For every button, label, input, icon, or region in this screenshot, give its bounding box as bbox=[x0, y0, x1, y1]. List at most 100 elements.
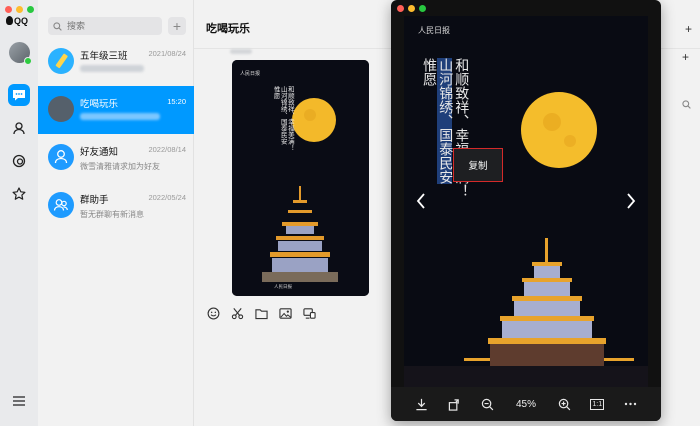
group-helper-avatar bbox=[48, 192, 74, 218]
conversation-time: 15:20 bbox=[167, 97, 186, 106]
messages-tab[interactable] bbox=[8, 84, 30, 106]
conversation-time: 2022/08/14 bbox=[148, 145, 186, 154]
star-icon bbox=[12, 187, 26, 200]
conversation-preview: 微雪清雅请求加为好友 bbox=[80, 162, 160, 171]
conversation-name: 五年级三班 bbox=[80, 51, 128, 62]
rotate-icon bbox=[448, 398, 460, 411]
search-box[interactable] bbox=[48, 17, 162, 35]
poster-line: 和顺致祥、幸福美满！ bbox=[286, 86, 294, 151]
pencil-icon bbox=[55, 53, 68, 69]
add-button[interactable]: + bbox=[168, 17, 186, 35]
poster-brand: 人民日报 bbox=[240, 71, 261, 77]
left-rail: QQ bbox=[0, 0, 38, 426]
conversation-name: 好友通知 bbox=[80, 147, 119, 158]
qq-logo: QQ bbox=[6, 16, 28, 26]
group-avatar bbox=[48, 96, 74, 122]
image-icon bbox=[278, 307, 292, 319]
minimize-window-button[interactable] bbox=[16, 6, 23, 13]
channels-tab[interactable] bbox=[8, 150, 30, 172]
smiley-icon bbox=[207, 307, 219, 319]
zoom-in-button[interactable] bbox=[554, 394, 574, 414]
actual-size-icon: 1:1 bbox=[590, 398, 605, 410]
actual-size-button[interactable]: 1:1 bbox=[587, 394, 607, 414]
poster-thumbnail bbox=[232, 60, 369, 296]
close-viewer-button[interactable] bbox=[397, 5, 404, 12]
orbit-icon bbox=[12, 154, 26, 168]
search-icon bbox=[53, 21, 62, 31]
sender-name-redacted bbox=[230, 49, 252, 54]
conversation-name: 群助手 bbox=[80, 195, 109, 206]
online-status-dot bbox=[24, 57, 32, 65]
conversation-preview bbox=[80, 65, 144, 74]
member-search-icon[interactable] bbox=[682, 96, 691, 114]
zoom-out-button[interactable] bbox=[478, 394, 498, 414]
previous-image-button[interactable] bbox=[411, 190, 431, 212]
person-icon bbox=[13, 122, 25, 135]
zoom-in-icon bbox=[558, 398, 570, 410]
conversation-name: 吃喝玩乐 bbox=[80, 99, 119, 110]
conversation-item[interactable]: 群助手 2022/05/24 暂无群聊有新消息 bbox=[38, 182, 194, 230]
download-button[interactable] bbox=[412, 394, 432, 414]
contacts-tab[interactable] bbox=[8, 117, 30, 139]
chat-bubble-icon bbox=[13, 90, 25, 101]
conversation-preview: 暂无群聊有新消息 bbox=[80, 210, 144, 219]
context-menu-copy-item[interactable]: 复制 bbox=[453, 148, 503, 182]
conversation-preview bbox=[80, 113, 160, 122]
close-window-button[interactable] bbox=[5, 6, 12, 13]
screenshot-button[interactable] bbox=[230, 306, 244, 320]
chevron-right-icon bbox=[627, 193, 636, 209]
chevron-left-icon bbox=[416, 193, 425, 209]
zoom-window-button[interactable] bbox=[27, 6, 34, 13]
image-button[interactable] bbox=[278, 306, 292, 320]
more-button[interactable] bbox=[620, 394, 640, 414]
hamburger-icon bbox=[13, 396, 25, 406]
poster-brand: 人民日报 bbox=[418, 26, 450, 35]
poster-line: 山河锦绣、国泰民安 bbox=[437, 58, 453, 184]
group-icon bbox=[53, 199, 68, 211]
folder-icon bbox=[254, 308, 268, 319]
conversation-list: + 五年级三班 2021/08/24 吃喝玩乐 15:20 好友通知 2022/… bbox=[38, 0, 194, 426]
file-button[interactable] bbox=[254, 306, 268, 320]
add-member-icon[interactable]: + bbox=[682, 50, 689, 64]
conversation-item-active[interactable]: 吃喝玩乐 15:20 bbox=[38, 86, 194, 134]
viewer-image[interactable]: 人民日报 和顺致祥、幸福美满！ 山河锦绣、国泰民安 惟愿 bbox=[404, 16, 648, 387]
poster-line: 惟愿 bbox=[272, 86, 280, 99]
viewer-toolbar: 45% 1:1 bbox=[391, 387, 661, 421]
conversation-time: 2022/05/24 bbox=[148, 193, 186, 202]
penguin-icon bbox=[6, 16, 13, 25]
more-dots-icon bbox=[624, 402, 637, 406]
notification-avatar bbox=[48, 144, 74, 170]
my-avatar[interactable] bbox=[9, 42, 32, 65]
plus-icon: + bbox=[172, 18, 182, 34]
conversation-item[interactable]: 五年级三班 2021/08/24 bbox=[38, 38, 194, 86]
chat-title: 吃喝玩乐 bbox=[206, 23, 250, 35]
redacted-preview bbox=[80, 113, 160, 120]
conversation-time: 2021/08/24 bbox=[148, 49, 186, 58]
next-image-button[interactable] bbox=[621, 190, 641, 212]
favorites-tab[interactable] bbox=[8, 183, 30, 205]
app-name: QQ bbox=[14, 16, 29, 26]
conversation-item[interactable]: 好友通知 2022/08/14 微雪清雅请求加为好友 bbox=[38, 134, 194, 182]
zoom-level: 45% bbox=[515, 398, 536, 410]
zoom-viewer-button[interactable] bbox=[419, 5, 426, 12]
scissors-icon bbox=[231, 307, 243, 319]
input-toolbar bbox=[206, 306, 316, 320]
screen-share-button[interactable] bbox=[302, 306, 316, 320]
minimize-viewer-button[interactable] bbox=[408, 5, 415, 12]
poster-line: 山河锦绣、国泰民安 bbox=[279, 86, 287, 145]
screen-share-icon bbox=[302, 307, 316, 319]
message-image[interactable]: 人民日报 和顺致祥、幸福美满！ 山河锦绣、国泰民安 惟愿 人民日报 bbox=[232, 60, 369, 296]
image-viewer-window: 人民日报 和顺致祥、幸福美满！ 山河锦绣、国泰民安 惟愿 45% 1:1 bbox=[391, 0, 661, 421]
emoji-button[interactable] bbox=[206, 306, 220, 320]
search-input[interactable] bbox=[65, 20, 155, 32]
rotate-button[interactable] bbox=[445, 394, 465, 414]
zoom-out-icon bbox=[482, 398, 494, 410]
window-controls bbox=[5, 6, 34, 13]
poster-line: 惟愿 bbox=[421, 58, 437, 86]
viewer-window-controls bbox=[397, 5, 426, 12]
person-icon bbox=[54, 150, 68, 164]
more-options-icon[interactable]: + bbox=[685, 22, 692, 36]
main-menu-button[interactable] bbox=[8, 390, 30, 412]
redacted-preview bbox=[80, 65, 144, 72]
download-icon bbox=[416, 398, 427, 410]
